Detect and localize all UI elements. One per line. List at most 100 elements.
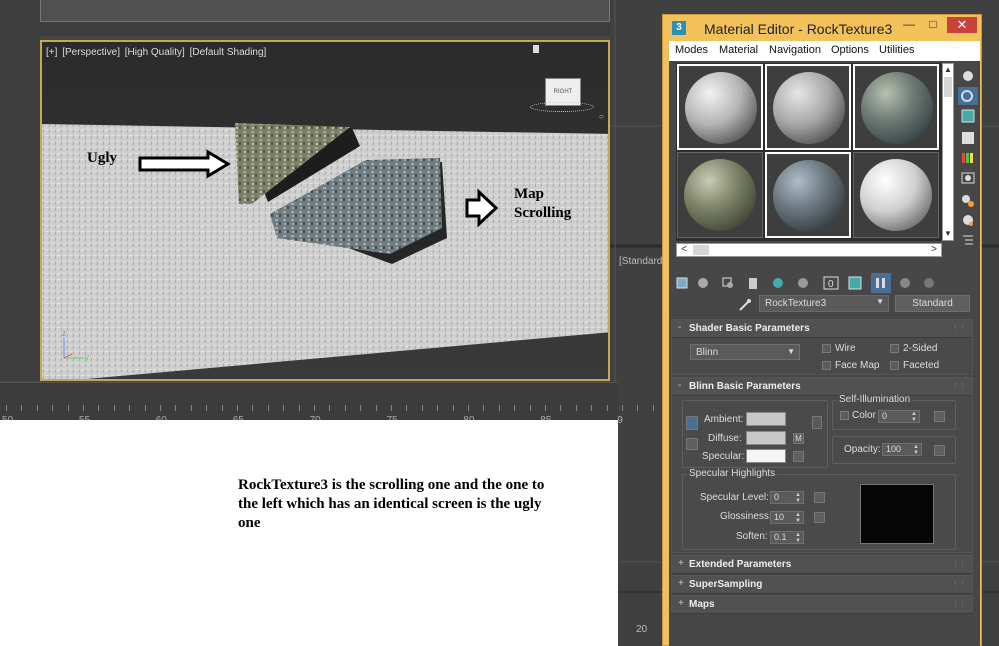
- timeline-ruler[interactable]: 50556065707580859: [0, 382, 916, 426]
- put-to-scene-icon[interactable]: [693, 273, 713, 293]
- material-navigator-icon[interactable]: [958, 231, 978, 249]
- blinn-basic-header[interactable]: - Blinn Basic Parameters ⋮⋮: [672, 378, 972, 396]
- scroll-left-icon[interactable]: <: [677, 244, 691, 256]
- show-shaded-map-icon[interactable]: [845, 273, 865, 293]
- get-material-icon[interactable]: [673, 273, 693, 293]
- spec-level-spinner[interactable]: 0 ▲ ▼: [770, 491, 804, 504]
- self-illum-color-checkbox[interactable]: [840, 411, 849, 420]
- vp-label-shading[interactable]: [Default Shading]: [190, 47, 267, 58]
- background-icon[interactable]: [958, 107, 978, 125]
- opacity-map-button[interactable]: [934, 445, 945, 456]
- material-slot-2[interactable]: [765, 64, 851, 150]
- ruler-tick: [98, 405, 100, 411]
- shader-basic-header[interactable]: - Shader Basic Parameters ⋮⋮: [672, 320, 972, 338]
- maps-rollout[interactable]: + Maps ⋮⋮: [671, 595, 973, 614]
- self-illum-spinner[interactable]: 0 ▲ ▼: [878, 410, 920, 423]
- make-unique-icon[interactable]: [768, 273, 788, 293]
- ruler-tick: [36, 405, 38, 411]
- face-map-checkbox[interactable]: [822, 361, 831, 370]
- spinner-arrows-icon[interactable]: ▲ ▼: [911, 411, 917, 423]
- chevron-down-icon[interactable]: ▼: [876, 297, 884, 306]
- spinner-arrows-icon[interactable]: ▲ ▼: [795, 512, 801, 524]
- tiling-icon[interactable]: [958, 129, 978, 147]
- menu-modes[interactable]: Modes: [675, 44, 708, 56]
- viewcube-compass[interactable]: [530, 102, 594, 112]
- show-end-result-icon[interactable]: [871, 273, 891, 293]
- material-slot-5[interactable]: [765, 152, 851, 238]
- go-to-parent-icon[interactable]: [895, 273, 915, 293]
- scroll-down-icon[interactable]: ▼: [943, 228, 953, 240]
- shader-dropdown[interactable]: Blinn ▼: [690, 344, 800, 360]
- opacity-spinner[interactable]: 100 ▲ ▼: [882, 443, 922, 456]
- material-type-button[interactable]: Standard: [895, 295, 970, 312]
- glossiness-map-button[interactable]: [814, 512, 825, 523]
- material-name-field[interactable]: RockTexture3 ▼: [759, 295, 889, 312]
- ruler-tick: [483, 405, 485, 411]
- extended-parameters-rollout[interactable]: + Extended Parameters ⋮⋮: [671, 555, 973, 574]
- diffuse-map-button[interactable]: M: [793, 433, 804, 444]
- viewcube-home-icon[interactable]: ○: [599, 112, 604, 121]
- supersampling-rollout[interactable]: + SuperSampling ⋮⋮: [671, 575, 973, 594]
- material-slot-6[interactable]: [853, 152, 939, 238]
- collapse-icon: -: [678, 322, 682, 333]
- vp-label-plus[interactable]: [+]: [46, 47, 57, 58]
- backlight-icon[interactable]: [958, 87, 978, 105]
- extended-header[interactable]: + Extended Parameters ⋮⋮: [672, 556, 972, 574]
- options-icon[interactable]: [958, 191, 978, 209]
- menu-material[interactable]: Material: [719, 44, 758, 56]
- menu-navigation[interactable]: Navigation: [769, 44, 821, 56]
- title-bar[interactable]: 3 Material Editor - RockTexture3 — □ ✕: [663, 15, 981, 41]
- specular-map-button[interactable]: [793, 451, 804, 462]
- maps-header[interactable]: + Maps ⋮⋮: [672, 596, 972, 614]
- close-button[interactable]: ✕: [947, 17, 977, 33]
- put-to-library-icon[interactable]: [793, 273, 813, 293]
- sample-type-icon[interactable]: [958, 67, 978, 85]
- ruler-label: 9: [617, 415, 623, 426]
- minimize-button[interactable]: —: [897, 17, 921, 33]
- self-illum-map-button[interactable]: [934, 411, 945, 422]
- viewport-label[interactable]: [+] [Perspective] [High Quality] [Defaul…: [46, 47, 268, 58]
- faceted-checkbox[interactable]: [890, 361, 899, 370]
- lock-ambient-icon[interactable]: [686, 416, 698, 430]
- scroll-right-icon[interactable]: >: [927, 244, 941, 256]
- diffuse-color-swatch[interactable]: [746, 431, 786, 445]
- reset-map-icon[interactable]: [743, 273, 763, 293]
- menu-options[interactable]: Options: [831, 44, 869, 56]
- material-slot-1[interactable]: [677, 64, 763, 150]
- slots-vertical-scrollbar[interactable]: ▲ ▼: [942, 63, 954, 241]
- specular-color-swatch[interactable]: [746, 449, 786, 463]
- wire-checkbox[interactable]: [822, 344, 831, 353]
- material-slot-3[interactable]: [853, 64, 939, 150]
- material-editor-window[interactable]: 3 Material Editor - RockTexture3 — □ ✕ M…: [662, 14, 982, 646]
- glossiness-spinner[interactable]: 10 ▲ ▼: [770, 511, 804, 524]
- perspective-viewport[interactable]: z y [+] [Perspective] [High Quality] [De…: [40, 40, 610, 381]
- hscroll-thumb[interactable]: [693, 245, 709, 255]
- lock-icon[interactable]: [812, 416, 822, 429]
- two-sided-checkbox[interactable]: [890, 344, 899, 353]
- lock-icon[interactable]: [533, 45, 539, 53]
- scroll-up-icon[interactable]: ▲: [943, 64, 953, 76]
- assign-to-selection-icon[interactable]: [718, 273, 738, 293]
- select-by-material-icon[interactable]: [958, 211, 978, 229]
- pick-material-icon[interactable]: [737, 297, 753, 313]
- link-icon[interactable]: [686, 438, 698, 450]
- spinner-arrows-icon[interactable]: ▲ ▼: [795, 532, 801, 544]
- top-viewport[interactable]: [40, 0, 610, 22]
- vp-label-perspective[interactable]: [Perspective]: [62, 47, 120, 58]
- go-forward-sibling-icon[interactable]: [919, 273, 939, 293]
- menu-utilities[interactable]: Utilities: [879, 44, 914, 56]
- spec-level-map-button[interactable]: [814, 492, 825, 503]
- video-color-icon[interactable]: [958, 149, 978, 167]
- maximize-button[interactable]: □: [921, 17, 945, 33]
- ambient-color-swatch[interactable]: [746, 412, 786, 426]
- make-preview-icon[interactable]: [958, 169, 978, 187]
- vp-label-quality[interactable]: [High Quality]: [125, 47, 185, 58]
- slots-horizontal-scrollbar[interactable]: < >: [676, 243, 942, 257]
- material-slot-4[interactable]: [677, 152, 763, 238]
- spinner-arrows-icon[interactable]: ▲ ▼: [795, 492, 801, 504]
- material-id-channel-icon[interactable]: 0: [821, 273, 841, 293]
- supersampling-header[interactable]: + SuperSampling ⋮⋮: [672, 576, 972, 594]
- scroll-thumb[interactable]: [944, 77, 952, 97]
- soften-spinner[interactable]: 0.1 ▲ ▼: [770, 531, 804, 544]
- spinner-arrows-icon[interactable]: ▲ ▼: [913, 444, 919, 456]
